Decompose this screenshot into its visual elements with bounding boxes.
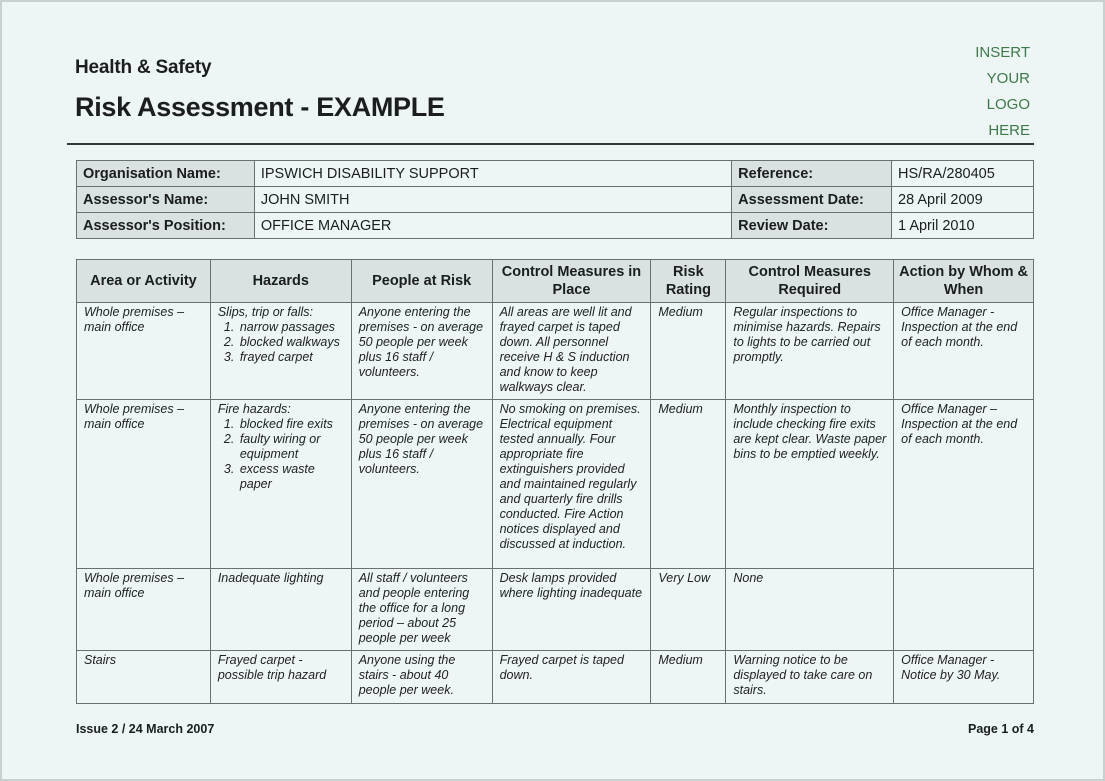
risk-table-body: Whole premises – main office Slips, trip …	[76, 302, 1034, 704]
assessor-position-value: OFFICE MANAGER	[253, 212, 733, 239]
reference-value: HS/RA/280405	[891, 160, 1034, 187]
column-header-hazards: Hazards	[209, 259, 352, 303]
column-header-people: People at Risk	[350, 259, 493, 303]
people-cell: Anyone entering the premises - on averag…	[350, 399, 493, 569]
controls-in-place-cell: Desk lamps provided where lighting inade…	[491, 568, 652, 651]
controls-required-cell: Monthly inspection to include checking f…	[725, 399, 895, 569]
review-date-label: Review Date:	[731, 212, 893, 239]
risk-rating-cell: Very Low	[650, 568, 727, 651]
issue-label: Issue 2 / 24 March 2007	[76, 722, 215, 736]
people-cell: All staff / volunteers and people enteri…	[350, 568, 493, 651]
info-row: Organisation Name: IPSWICH DISABILITY SU…	[76, 160, 1034, 187]
controls-required-cell: Warning notice to be displayed to take c…	[725, 650, 895, 704]
area-cell: Whole premises – main office	[76, 399, 211, 569]
assessor-position-label: Assessor's Position:	[76, 212, 255, 239]
hazard-title: Inadequate lighting	[217, 571, 324, 585]
people-cell: Anyone using the stairs - about 40 peopl…	[350, 650, 493, 704]
assessment-date-value: 28 April 2009	[891, 186, 1034, 213]
document-page: Health & Safety Risk Assessment - EXAMPL…	[2, 2, 1103, 779]
logo-line: YOUR	[986, 70, 1030, 87]
hazard-list-item: blocked fire exits	[238, 417, 345, 432]
hazard-list-item: faulty wiring or equipment	[238, 432, 345, 462]
risk-table-header: Area or Activity Hazards People at Risk …	[76, 259, 1034, 303]
hazard-title: Slips, trip or falls:	[217, 305, 313, 319]
hazard-cell: Slips, trip or falls:narrow passagesbloc…	[209, 302, 352, 400]
hazard-list-item: frayed carpet	[238, 350, 345, 365]
logo-line: INSERT	[975, 44, 1030, 61]
column-header-controls-required: Control Measures Required	[725, 259, 895, 303]
column-header-action: Action by Whom & When	[893, 259, 1034, 303]
assessor-name-value: JOHN SMITH	[253, 186, 733, 213]
info-table: Organisation Name: IPSWICH DISABILITY SU…	[76, 160, 1034, 239]
area-cell: Stairs	[76, 650, 211, 704]
area-cell: Whole premises – main office	[76, 302, 211, 400]
hazard-cell: Frayed carpet - possible trip hazard	[209, 650, 352, 704]
logo-line: HERE	[988, 122, 1030, 139]
organisation-value: IPSWICH DISABILITY SUPPORT	[253, 160, 733, 187]
controls-in-place-cell: No smoking on premises. Electrical equip…	[491, 399, 652, 569]
hazard-list: narrow passagesblocked walkwaysfrayed ca…	[218, 320, 345, 365]
reference-label: Reference:	[731, 160, 893, 187]
hazard-list-item: excess waste paper	[238, 462, 345, 492]
title-divider	[67, 143, 1034, 145]
risk-rating-cell: Medium	[650, 302, 727, 400]
table-row: Whole premises – main office Inadequate l…	[76, 568, 1034, 651]
assessment-date-label: Assessment Date:	[731, 186, 893, 213]
controls-in-place-cell: All areas are well lit and frayed carpet…	[491, 302, 652, 400]
hazard-list-item: blocked walkways	[238, 335, 345, 350]
document-subtitle: Health & Safety	[75, 57, 212, 78]
hazard-title: Frayed carpet - possible trip hazard	[217, 653, 327, 682]
people-cell: Anyone entering the premises - on averag…	[350, 302, 493, 400]
column-header-controls-in-place: Control Measures in Place	[491, 259, 652, 303]
review-date-value: 1 April 2010	[891, 212, 1034, 239]
table-row: Whole premises – main office Slips, trip …	[76, 302, 1034, 400]
controls-in-place-cell: Frayed carpet is taped down.	[491, 650, 652, 704]
action-cell: Office Manager - Inspection at the end o…	[893, 302, 1034, 400]
risk-rating-cell: Medium	[650, 399, 727, 569]
area-cell: Whole premises – main office	[76, 568, 211, 651]
hazard-list: blocked fire exitsfaulty wiring or equip…	[218, 417, 345, 492]
hazard-list-item: narrow passages	[238, 320, 345, 335]
risk-rating-cell: Medium	[650, 650, 727, 704]
action-cell: Office Manager – Inspection at the end o…	[893, 399, 1034, 569]
action-cell: Office Manager - Notice by 30 May.	[893, 650, 1034, 704]
column-header-area: Area or Activity	[76, 259, 211, 303]
document-title: Risk Assessment - EXAMPLE	[75, 92, 445, 122]
action-cell	[893, 568, 1034, 651]
logo-line: LOGO	[986, 96, 1030, 113]
hazard-cell: Inadequate lighting	[209, 568, 352, 651]
table-row: Stairs Frayed carpet - possible trip haza…	[76, 650, 1034, 704]
info-row: Assessor's Name: JOHN SMITH Assessment D…	[76, 186, 1034, 213]
assessor-name-label: Assessor's Name:	[76, 186, 255, 213]
organisation-label: Organisation Name:	[76, 160, 255, 187]
table-row: Whole premises – main office Fire hazards…	[76, 399, 1034, 569]
hazard-cell: Fire hazards:blocked fire exitsfaulty wi…	[209, 399, 352, 569]
info-row: Assessor's Position: OFFICE MANAGER Revi…	[76, 212, 1034, 239]
risk-table: Area or Activity Hazards People at Risk …	[76, 259, 1034, 704]
controls-required-cell: None	[725, 568, 895, 651]
logo-placeholder: INSERT YOUR LOGO HERE	[942, 40, 1030, 144]
hazard-title: Fire hazards:	[217, 402, 291, 416]
column-header-risk-rating: Risk Rating	[650, 259, 727, 303]
controls-required-cell: Regular inspections to minimise hazards.…	[725, 302, 895, 400]
page-number: Page 1 of 4	[968, 722, 1034, 736]
